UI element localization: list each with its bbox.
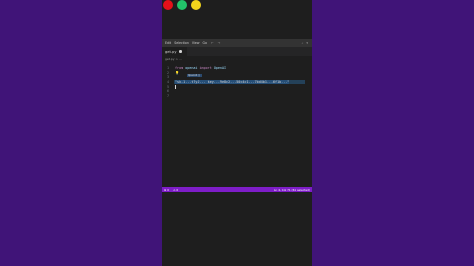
warning-count[interactable]: ⚠ 0 — [173, 188, 178, 192]
menu-view[interactable]: View — [192, 41, 200, 45]
line-number: 5 — [166, 84, 169, 89]
text-cursor — [175, 84, 176, 89]
search-icon[interactable]: ⌕ — [302, 41, 304, 45]
status-left: ⊗ 0 ⚠ 0 — [164, 188, 178, 192]
tab-get-py[interactable]: get.py — [162, 47, 187, 56]
menu-selection[interactable]: Selection — [174, 41, 189, 45]
menu-edit[interactable]: Edit — [165, 41, 171, 45]
cursor-position[interactable]: Ln 4, Col 71 (61 selected) — [274, 188, 310, 192]
breadcrumb[interactable]: get.py > ... — [165, 57, 182, 61]
status-bar: ⊗ 0 ⚠ 0 Ln 4, Col 71 (61 selected) — [162, 187, 312, 192]
line-number: 4 — [166, 79, 169, 84]
code-editor[interactable]: 1 from openai import OpenAI 2 💡 3 OpenAI… — [162, 62, 312, 102]
chevron-down-icon[interactable]: ▾ — [306, 41, 308, 45]
unsaved-dot-icon[interactable] — [179, 50, 182, 53]
line-number: 2 — [166, 70, 169, 75]
import-statement: from openai import OpenAI — [175, 66, 226, 70]
nav-arrows: ← → — [211, 41, 220, 45]
titlebar-actions: ⌕ ▾ — [302, 41, 308, 45]
imported-name: OpenAI — [213, 66, 227, 71]
close-dot[interactable] — [163, 0, 173, 10]
keyword-import: import — [199, 66, 212, 71]
line-number: 6 — [166, 89, 169, 94]
inline-hint: OpenAI() — [187, 74, 202, 78]
phone-frame: Edit Selection View Go ← → ⌕ ▾ get.py ge… — [162, 0, 312, 266]
selected-api-key-string[interactable]: "sk-1...t7yJ... key...9e8c2...50c4c1...7… — [175, 79, 290, 84]
line-number: 1 — [166, 66, 169, 71]
back-arrow-icon[interactable]: ← — [211, 41, 214, 45]
forward-arrow-icon[interactable]: → — [218, 41, 221, 45]
title-bar: Edit Selection View Go ← → ⌕ ▾ — [162, 39, 312, 47]
code-line-7: 7 — [162, 94, 312, 98]
tab-label: get.py — [165, 49, 177, 54]
window-controls — [162, 0, 312, 12]
lightbulb-icon[interactable]: 💡 — [175, 71, 179, 75]
menu-bar: Edit Selection View Go — [165, 41, 207, 45]
line-number: 3 — [166, 75, 169, 80]
tab-bar: get.py — [162, 47, 312, 56]
maximize-dot[interactable] — [177, 0, 187, 10]
line-number: 7 — [166, 93, 169, 98]
keyword-from: from — [175, 66, 184, 71]
module-name: openai — [185, 66, 198, 71]
menu-go[interactable]: Go — [202, 41, 206, 45]
error-count[interactable]: ⊗ 0 — [164, 188, 169, 192]
minimize-dot[interactable] — [191, 0, 201, 10]
